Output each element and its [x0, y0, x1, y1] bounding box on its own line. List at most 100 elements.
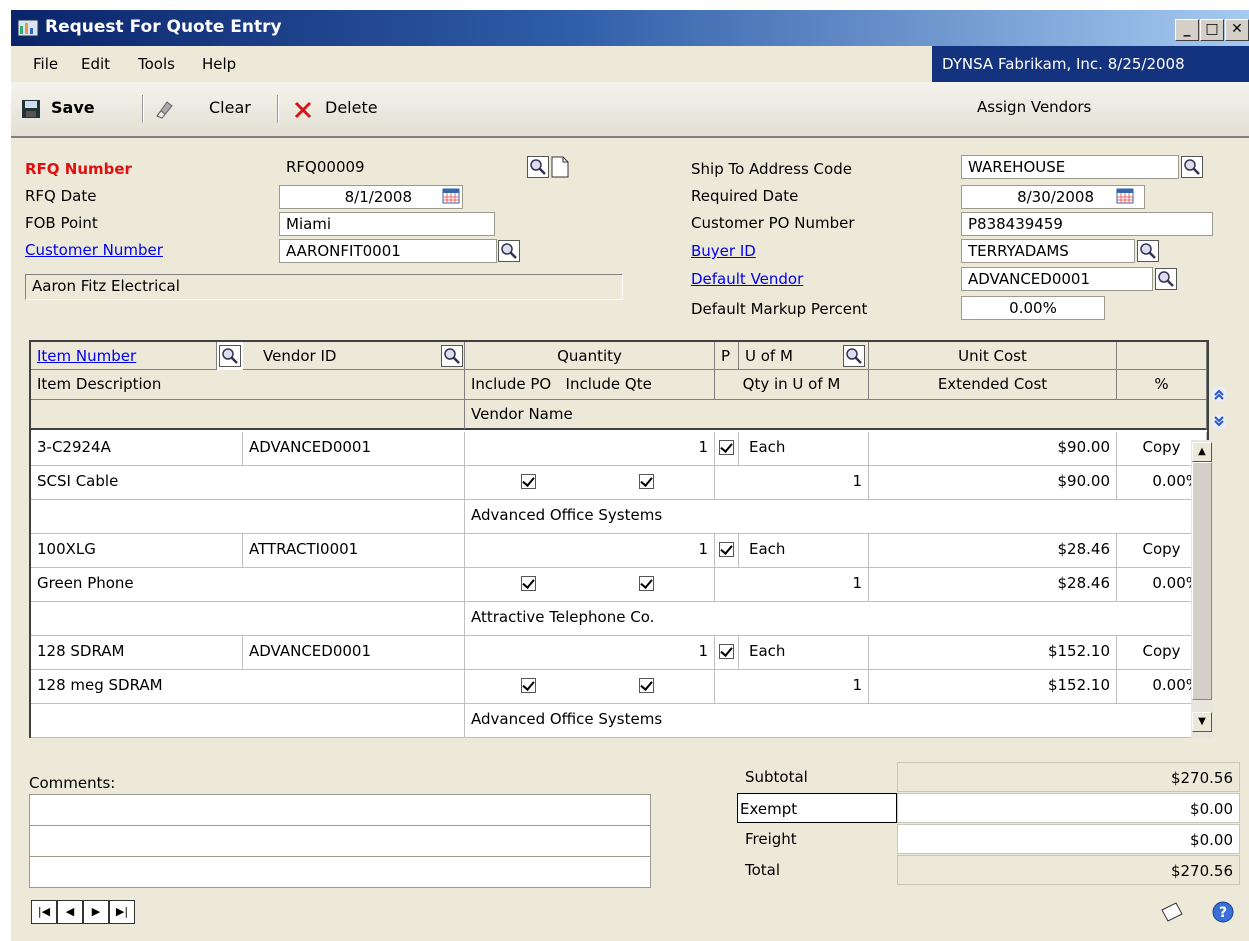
qty-in-u-of-m-cell[interactable]: 1 [715, 568, 869, 602]
ship-to-address-field[interactable]: WAREHOUSE [961, 155, 1179, 179]
vendor-name-cell: Advanced Office Systems [465, 500, 1207, 534]
save-button[interactable]: Save [51, 98, 95, 117]
scroll-up-button[interactable]: ▲ [1192, 442, 1212, 462]
rfq-number-field[interactable]: RFQ00009 [279, 155, 527, 179]
tax-schedule-field[interactable]: Exempt [737, 793, 897, 823]
new-document-icon[interactable] [549, 156, 571, 178]
qty-in-u-of-m-cell[interactable]: 1 [715, 670, 869, 704]
include-flags-cell[interactable] [465, 670, 715, 704]
calendar-icon[interactable] [441, 186, 461, 206]
lookup-icon[interactable] [219, 345, 241, 367]
menu-file[interactable]: File [33, 55, 58, 73]
item-description-cell[interactable]: SCSI Cable [31, 466, 465, 500]
first-record-button[interactable]: |◀ [31, 900, 57, 924]
freight-label: Freight [745, 830, 797, 848]
menu-edit[interactable]: Edit [81, 55, 110, 73]
vendor-id-cell[interactable]: ADVANCED0001 [243, 432, 465, 466]
comment-line[interactable] [30, 795, 650, 826]
scroll-thumb[interactable] [1192, 462, 1212, 700]
default-vendor-field[interactable]: ADVANCED0001 [961, 267, 1153, 291]
help-icon[interactable]: ? [1211, 900, 1235, 924]
column-header-vendor-name: Vendor Name [465, 400, 1207, 430]
include-po-checkbox[interactable] [521, 474, 536, 489]
lookup-icon[interactable] [1155, 268, 1177, 290]
unit-cost-cell[interactable]: $152.10 [869, 636, 1117, 670]
delete-button[interactable]: Delete [325, 98, 378, 117]
extended-cost-cell: $152.10 [869, 670, 1117, 704]
lookup-icon[interactable] [498, 240, 520, 262]
buyer-id-field[interactable]: TERRYADAMS [961, 239, 1135, 263]
print-checkbox-cell[interactable] [715, 432, 739, 466]
include-flags-cell[interactable] [465, 466, 715, 500]
include-qte-checkbox[interactable] [639, 474, 654, 489]
lookup-icon[interactable] [1181, 156, 1203, 178]
toolbar-separator [277, 95, 279, 123]
include-qte-checkbox[interactable] [639, 576, 654, 591]
include-po-checkbox[interactable] [521, 678, 536, 693]
item-number-cell[interactable]: 128 SDRAM [31, 636, 243, 670]
buyer-id-link[interactable]: Buyer ID [691, 242, 756, 260]
assign-vendors-button[interactable]: Assign Vendors [977, 98, 1091, 116]
freight-value[interactable]: $0.00 [897, 824, 1240, 854]
comments-box[interactable] [29, 794, 651, 888]
default-vendor-link[interactable]: Default Vendor [691, 270, 803, 288]
print-checkbox[interactable] [719, 440, 734, 455]
comment-line[interactable] [30, 826, 650, 857]
u-of-m-cell[interactable]: Each [739, 636, 869, 670]
customer-number-link[interactable]: Customer Number [25, 241, 163, 259]
item-description-cell[interactable]: Green Phone [31, 568, 465, 602]
scroll-down-button[interactable]: ▼ [1192, 712, 1212, 732]
u-of-m-cell[interactable]: Each [739, 534, 869, 568]
comment-line[interactable] [30, 857, 650, 887]
lookup-icon[interactable] [1137, 240, 1159, 262]
collapse-rows-icon[interactable] [1211, 386, 1227, 402]
customer-po-field[interactable]: P838439459 [961, 212, 1213, 236]
save-icon [22, 100, 40, 118]
item-description-cell[interactable]: 128 meg SDRAM [31, 670, 465, 704]
column-header-item-number[interactable]: Item Number [31, 342, 217, 370]
calendar-icon[interactable] [1115, 186, 1135, 206]
print-checkbox-cell[interactable] [715, 534, 739, 568]
include-po-checkbox[interactable] [521, 576, 536, 591]
rfq-number-label: RFQ Number [25, 160, 132, 178]
note-icon[interactable] [1159, 900, 1185, 924]
vendor-id-cell[interactable]: ATTRACTI0001 [243, 534, 465, 568]
qty-in-u-of-m-cell[interactable]: 1 [715, 466, 869, 500]
u-of-m-cell[interactable]: Each [739, 432, 869, 466]
customer-name-field: Aaron Fitz Electrical [25, 274, 623, 300]
vendor-id-cell[interactable]: ADVANCED0001 [243, 636, 465, 670]
next-record-button[interactable]: ▶ [83, 900, 109, 924]
maximize-button[interactable]: □ [1200, 19, 1224, 41]
default-markup-field[interactable]: 0.00% [961, 296, 1105, 320]
quantity-cell[interactable]: 1 [465, 432, 715, 466]
close-button[interactable]: ✕ [1225, 19, 1249, 41]
expand-rows-icon[interactable] [1211, 414, 1227, 430]
print-checkbox[interactable] [719, 644, 734, 659]
unit-cost-cell[interactable]: $90.00 [869, 432, 1117, 466]
line-items-grid: Item Number Vendor ID Quantity P U of M … [29, 340, 1209, 738]
menu-help[interactable]: Help [202, 55, 236, 73]
lookup-icon[interactable] [843, 345, 865, 367]
menu-tools[interactable]: Tools [138, 55, 175, 73]
extended-cost-cell: $28.46 [869, 568, 1117, 602]
rfq-date-field[interactable]: 8/1/2008 [279, 185, 463, 209]
customer-number-field[interactable]: AARONFIT0001 [279, 239, 497, 263]
previous-record-button[interactable]: ◀ [57, 900, 83, 924]
print-checkbox[interactable] [719, 542, 734, 557]
fob-point-field[interactable]: Miami [279, 212, 495, 236]
include-flags-cell[interactable] [465, 568, 715, 602]
lookup-icon[interactable] [527, 156, 549, 178]
minimize-button[interactable]: _ [1175, 19, 1199, 41]
item-number-cell[interactable]: 3-C2924A [31, 432, 243, 466]
print-checkbox-cell[interactable] [715, 636, 739, 670]
menu-bar: File Edit Tools Help DYNSA Fabrikam, Inc… [11, 46, 1249, 82]
last-record-button[interactable]: ▶| [109, 900, 135, 924]
quantity-cell[interactable]: 1 [465, 636, 715, 670]
clear-button[interactable]: Clear [209, 98, 251, 117]
unit-cost-cell[interactable]: $28.46 [869, 534, 1117, 568]
column-header-unit-cost: Unit Cost [869, 342, 1117, 370]
item-number-cell[interactable]: 100XLG [31, 534, 243, 568]
quantity-cell[interactable]: 1 [465, 534, 715, 568]
lookup-icon[interactable] [441, 345, 463, 367]
include-qte-checkbox[interactable] [639, 678, 654, 693]
